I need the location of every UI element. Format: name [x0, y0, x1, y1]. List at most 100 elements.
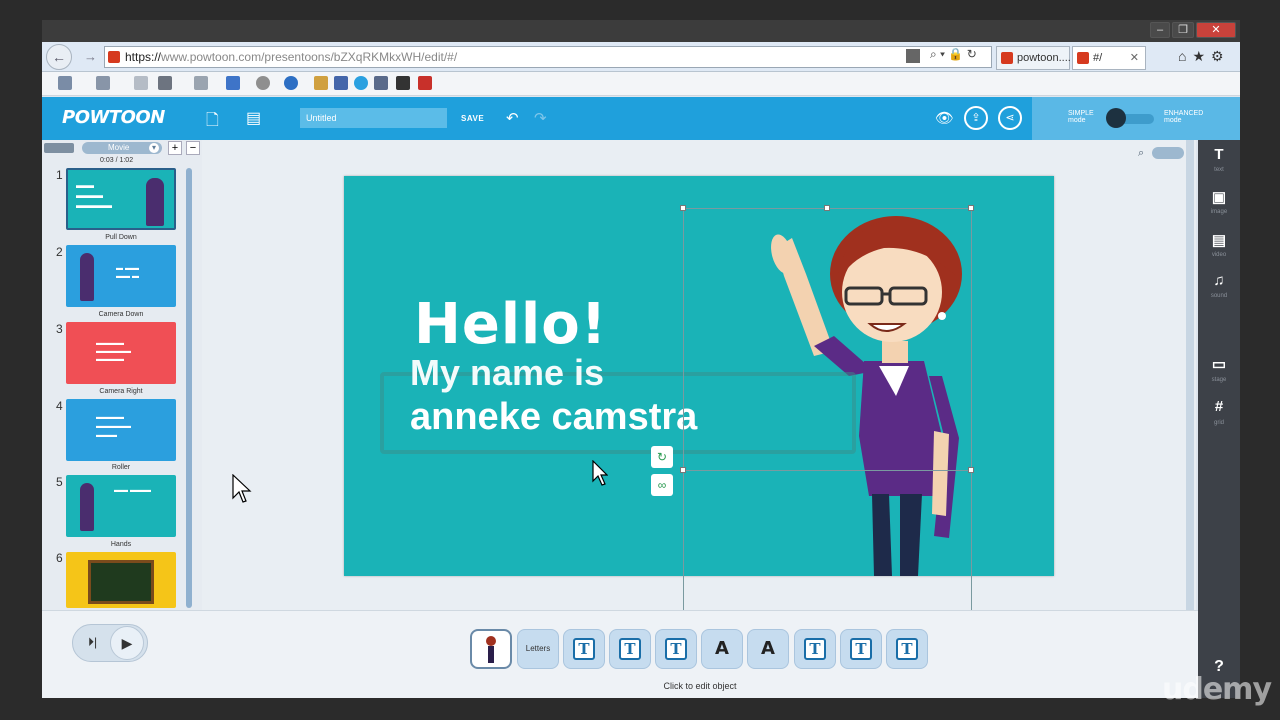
safety-icon[interactable] [226, 76, 240, 90]
powtoon-logo[interactable]: POWTOON [62, 107, 165, 128]
movie-dropdown-icon[interactable]: ▾ [149, 143, 159, 153]
resize-handle[interactable] [680, 467, 686, 473]
layer-font-a[interactable]: A [747, 629, 789, 669]
print-icon[interactable] [158, 76, 172, 90]
search-icon[interactable]: ⌕ ▾ 🔒 ↻ [930, 47, 977, 62]
new-document-icon[interactable]: 🗋 [206, 109, 219, 136]
zoom-in-icon[interactable]: + [168, 141, 182, 155]
addon-icon[interactable] [418, 76, 432, 90]
slide-thumbnail-2[interactable]: ▬ ▬▬ ▬▬ ▬ [66, 245, 176, 307]
save-button[interactable]: SAVE [461, 114, 484, 123]
back-arrow-icon[interactable]: ← [46, 44, 72, 70]
tab-active[interactable]: #/ ✕ [1072, 46, 1146, 70]
thumb-text: ▬ ▬▬ ▬▬ ▬ [116, 265, 139, 280]
zoom-selector[interactable] [1152, 147, 1184, 159]
preview-eye-icon[interactable]: 👁 [935, 109, 954, 127]
slides-scrollbar[interactable] [186, 168, 192, 608]
feeds-icon[interactable] [96, 76, 110, 90]
image-tool-icon[interactable]: ▣ [1198, 188, 1240, 206]
undo-icon[interactable]: ↶ [506, 109, 519, 127]
text-layer-icon: T [896, 638, 918, 660]
layer-text[interactable]: T [840, 629, 882, 669]
rotate-icon[interactable]: ↻ [651, 446, 673, 468]
slide-transition-label[interactable]: Camera Down [66, 311, 176, 318]
link-icon[interactable]: ∞ [651, 474, 673, 496]
export-icon[interactable]: ⇪ [964, 106, 988, 130]
page-icon[interactable] [194, 76, 208, 90]
udemy-watermark: udemy [1162, 672, 1272, 707]
addon-icon[interactable] [396, 76, 410, 90]
layer-text[interactable]: T [886, 629, 928, 669]
forward-arrow-icon[interactable]: → [84, 49, 97, 64]
mode-toggle-knob[interactable] [1106, 108, 1126, 128]
text-tool-icon[interactable]: T [1198, 146, 1240, 163]
addon-icon[interactable] [314, 76, 328, 90]
tab-powtoon[interactable]: powtoon.... [996, 46, 1071, 70]
url-path: /presentoons/bZXqRKMkxWH/edit/#/ [261, 50, 458, 64]
address-bar[interactable]: https://www.powtoon.com/presentoons/bZXq… [104, 46, 992, 68]
grid-tool-icon[interactable]: # [1198, 398, 1240, 415]
mail-icon[interactable] [134, 76, 148, 90]
slide-transition-label[interactable]: Camera Right [66, 388, 176, 395]
layer-text[interactable]: T [563, 629, 605, 669]
skype-icon[interactable] [354, 76, 368, 90]
resize-handle[interactable] [680, 205, 686, 211]
close-tab-icon[interactable]: ✕ [1130, 47, 1139, 69]
chalkboard-icon [88, 560, 154, 604]
minimize-button[interactable]: – [1150, 22, 1170, 38]
slide-thumbnail-3[interactable]: ▬▬▬▬ ▬▬▬▬▬ ▬▬▬▬ [66, 322, 176, 384]
thumb-text: ▬▬ ▬▬▬ ▬▬▬▬ [76, 180, 112, 210]
slide-transition-label[interactable]: Pull Down [66, 234, 176, 241]
layer-text[interactable]: T [609, 629, 651, 669]
title-bar [42, 20, 1240, 42]
selection-box[interactable] [683, 208, 972, 471]
mouse-cursor-icon [232, 474, 252, 503]
home-icon[interactable] [58, 76, 72, 90]
slide-thumbnail-4[interactable]: ▬▬▬▬ ▬▬▬▬▬ ▬▬▬ [66, 399, 176, 461]
presentation-title-input[interactable]: Untitled [300, 108, 447, 128]
slide-thumbnail-5[interactable]: ▬▬ ▬▬▬ [66, 475, 176, 537]
stage-scrollbar[interactable] [1186, 140, 1194, 610]
slide-transition-label[interactable]: Hands [66, 541, 176, 548]
slide-thumbnail-1[interactable]: ▬▬ ▬▬▬ ▬▬▬▬ [66, 168, 176, 230]
intro-text-line2[interactable]: anneke camstra [410, 396, 697, 439]
redo-icon[interactable]: ↷ [534, 109, 547, 127]
stage-tool-icon[interactable]: ▭ [1198, 355, 1240, 373]
help-icon[interactable] [284, 76, 298, 90]
slide-transition-label[interactable]: Roller [66, 464, 176, 471]
url-domain: www.powtoon.com [161, 50, 262, 64]
movie-selector[interactable]: Movie ▾ [82, 142, 162, 154]
tools-icon[interactable] [256, 76, 270, 90]
character-icon [146, 178, 164, 226]
slide-thumbnail-6[interactable] [66, 552, 176, 608]
home-star-gear-icon[interactable]: ⌂★⚙ [1178, 48, 1230, 65]
layer-font-a[interactable]: A [701, 629, 743, 669]
layer-letters[interactable]: Letters [517, 629, 559, 669]
addon-icon[interactable] [374, 76, 388, 90]
sound-tool-label: sound [1210, 293, 1228, 299]
layer-text[interactable]: T [655, 629, 697, 669]
view-toggle-icon[interactable] [44, 143, 74, 153]
intro-text-line1[interactable]: My name is [410, 352, 604, 394]
slide-number: 4 [56, 399, 63, 413]
share-icon[interactable]: ⋖ [998, 106, 1022, 130]
add-slide-icon[interactable]: ▤ [246, 108, 261, 128]
layer-text[interactable]: T [794, 629, 836, 669]
resize-handle[interactable] [824, 205, 830, 211]
resize-handle[interactable] [968, 205, 974, 211]
play-button[interactable]: ▶ [110, 626, 144, 660]
compat-view-icon[interactable] [906, 49, 920, 63]
zoom-out-icon[interactable]: − [186, 141, 200, 155]
search-icon[interactable]: ⌕ [1138, 147, 1144, 160]
image-tool-label: image [1210, 209, 1228, 215]
resize-handle[interactable] [968, 467, 974, 473]
hello-heading[interactable]: Hello! [414, 292, 607, 357]
sound-tool-icon[interactable]: ♫ [1198, 272, 1240, 289]
video-tool-icon[interactable]: ▤ [1198, 231, 1240, 249]
addon-icon[interactable] [334, 76, 348, 90]
maximize-button[interactable]: ❐ [1172, 22, 1194, 38]
close-window-button[interactable]: ✕ [1196, 22, 1236, 38]
play-from-here-icon[interactable]: ⏵| [88, 635, 97, 650]
layer-character[interactable] [470, 629, 512, 669]
edit-hint: Click to edit object [663, 681, 737, 691]
